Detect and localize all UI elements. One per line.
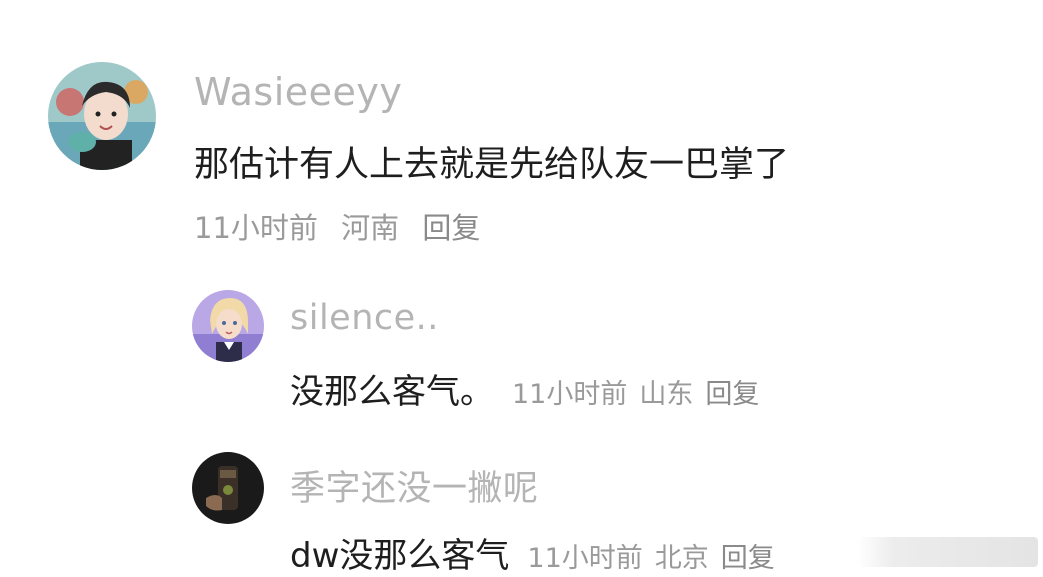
reply-button[interactable]: 回复 [422, 205, 480, 247]
timestamp: 11小时前 [194, 211, 318, 245]
username[interactable]: silence.. [290, 298, 439, 338]
reply-meta: 11小时前 山东 回复 [512, 379, 771, 410]
avatar[interactable] [48, 62, 156, 170]
reply-meta: 11小时前 北京 回复 [527, 543, 786, 574]
reply-text: dw没那么客气 [290, 536, 510, 576]
location: 北京 [654, 543, 709, 574]
avatar[interactable] [192, 290, 264, 362]
avatar-image [192, 290, 264, 362]
username[interactable]: Wasieeeyy [194, 70, 402, 114]
timestamp: 11小时前 [512, 379, 628, 410]
location: 河南 [341, 211, 400, 245]
location: 山东 [639, 379, 694, 410]
watermark-overlay [858, 537, 1038, 567]
reply-button[interactable]: 回复 [721, 543, 775, 574]
comment-text: 那估计有人上去就是先给队友一巴掌了 [194, 145, 790, 185]
reply-button[interactable]: 回复 [705, 379, 759, 410]
reply-text: 没那么客气。 [290, 372, 494, 412]
reply-line: dw没那么客气 11小时前 北京 回复 [290, 528, 787, 577]
reply-line: 没那么客气。 11小时前 山东 回复 [290, 364, 771, 413]
avatar-image [192, 452, 264, 524]
comment-meta: 11小时前 河南 回复 [194, 205, 494, 247]
username[interactable]: 季字还没一撇呢 [290, 460, 539, 511]
avatar-image [48, 62, 156, 170]
timestamp: 11小时前 [527, 543, 643, 574]
avatar[interactable] [192, 452, 264, 524]
